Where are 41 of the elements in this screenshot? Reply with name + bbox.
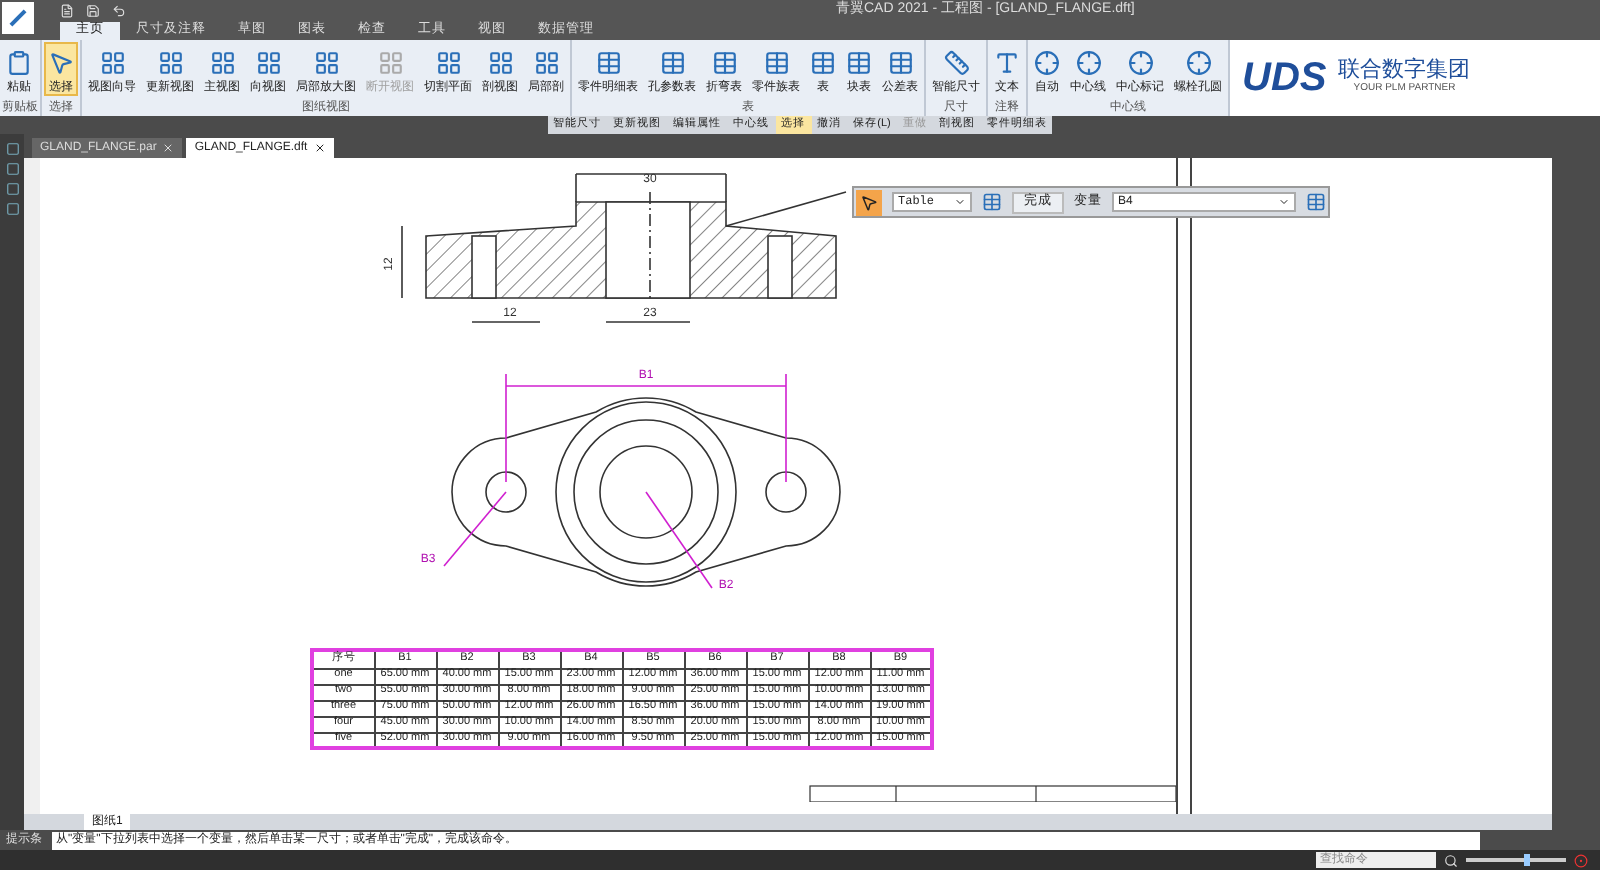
app-logo-icon bbox=[2, 2, 34, 34]
select-icon[interactable] bbox=[856, 189, 882, 215]
tool-icon bbox=[887, 50, 913, 76]
chevron-down-icon[interactable] bbox=[954, 196, 966, 208]
save-icon[interactable] bbox=[86, 3, 100, 17]
tool-icon bbox=[943, 50, 969, 76]
tool-icon bbox=[209, 50, 235, 76]
logo-name: 联合数字集团 bbox=[1338, 60, 1471, 83]
tool-icon bbox=[810, 50, 836, 76]
search-icon[interactable] bbox=[1444, 853, 1458, 867]
tool-icon bbox=[313, 50, 339, 76]
tool-icon bbox=[1127, 50, 1153, 76]
record-icon[interactable] bbox=[1574, 853, 1588, 867]
tool-icon bbox=[99, 50, 125, 76]
chevron-down-icon[interactable] bbox=[1278, 196, 1290, 208]
tool-icon bbox=[48, 50, 74, 76]
zoom-slider-thumb[interactable] bbox=[1523, 854, 1529, 866]
tool-icon bbox=[6, 50, 32, 76]
tool-icon bbox=[533, 50, 559, 76]
table-icon[interactable] bbox=[982, 192, 1002, 212]
tool-icon bbox=[994, 50, 1020, 76]
table-icon[interactable] bbox=[1306, 192, 1326, 212]
tool-icon bbox=[711, 50, 737, 76]
tool-icon bbox=[659, 50, 685, 76]
tool-icon bbox=[1075, 50, 1101, 76]
tool-icon bbox=[255, 50, 281, 76]
tool-icon bbox=[487, 50, 513, 76]
tool-icon bbox=[1185, 50, 1211, 76]
tool-icon bbox=[157, 50, 183, 76]
leader-line bbox=[443, 491, 507, 567]
new-icon[interactable] bbox=[60, 3, 74, 17]
tool-icon bbox=[595, 50, 621, 76]
leader-line bbox=[645, 491, 713, 589]
tool-icon bbox=[846, 50, 872, 76]
logo-brand: UDS bbox=[1242, 58, 1327, 98]
undo-icon[interactable] bbox=[112, 3, 126, 17]
tool-icon bbox=[435, 50, 461, 76]
close-icon[interactable] bbox=[313, 142, 326, 154]
tool-icon bbox=[1034, 50, 1060, 76]
tool-icon bbox=[377, 50, 403, 76]
tool-icon bbox=[763, 50, 789, 76]
